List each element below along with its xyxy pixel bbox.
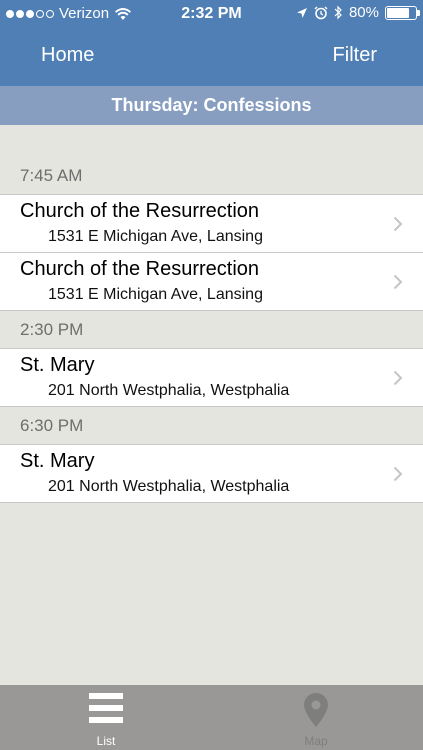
church-name: St. Mary	[20, 354, 95, 376]
church-address: 1531 E Michigan Ave, Lansing	[48, 286, 263, 303]
section-header-time: 2:30 PM	[0, 311, 423, 349]
church-name: Church of the Resurrection	[20, 258, 260, 280]
list-top-spacer	[0, 125, 423, 157]
church-address: 201 North Westphalia, Westphalia	[48, 478, 290, 495]
tab-map-label: Map	[304, 734, 328, 748]
chevron-right-icon	[393, 216, 403, 232]
status-right: 80%	[296, 4, 420, 21]
filter-button[interactable]: Filter	[333, 44, 377, 67]
chevron-right-icon	[393, 466, 403, 482]
tab-map[interactable]: Map	[246, 685, 386, 750]
map-pin-icon	[304, 693, 328, 727]
tab-list[interactable]: List	[36, 685, 176, 750]
battery-icon	[385, 5, 420, 20]
status-bar: Verizon 2:32 PM 80%	[0, 0, 423, 28]
list-icon	[89, 693, 123, 723]
battery-fill	[387, 7, 410, 18]
section-header-time: 7:45 AM	[0, 157, 423, 195]
schedule-list: 7:45 AM Church of the Resurrection 1531 E …	[0, 125, 423, 503]
battery-percent: 80%	[348, 4, 379, 21]
top-bar: Verizon 2:32 PM 80% Home Filter	[0, 0, 423, 86]
list-item[interactable]: St. Mary 201 North Westphalia, Westphalia	[0, 349, 423, 407]
church-name: St. Mary	[20, 450, 95, 472]
section-header-time: 6:30 PM	[0, 407, 423, 445]
location-arrow-icon	[296, 7, 307, 18]
bluetooth-icon	[334, 5, 342, 20]
alarm-icon	[314, 5, 328, 19]
list-item[interactable]: Church of the Resurrection 1531 E Michiga…	[0, 253, 423, 311]
church-name: Church of the Resurrection	[20, 200, 260, 222]
chevron-right-icon	[393, 274, 403, 290]
day-service-header: Thursday: Confessions	[0, 86, 423, 125]
list-item[interactable]: Church of the Resurrection 1531 E Michiga…	[0, 195, 423, 253]
tab-bar: List Map	[0, 685, 423, 750]
church-address: 201 North Westphalia, Westphalia	[48, 382, 290, 399]
chevron-right-icon	[393, 370, 403, 386]
list-item[interactable]: St. Mary 201 North Westphalia, Westphalia	[0, 445, 423, 503]
church-address: 1531 E Michigan Ave, Lansing	[48, 228, 263, 245]
tab-list-label: List	[96, 734, 116, 748]
home-button[interactable]: Home	[41, 44, 94, 67]
